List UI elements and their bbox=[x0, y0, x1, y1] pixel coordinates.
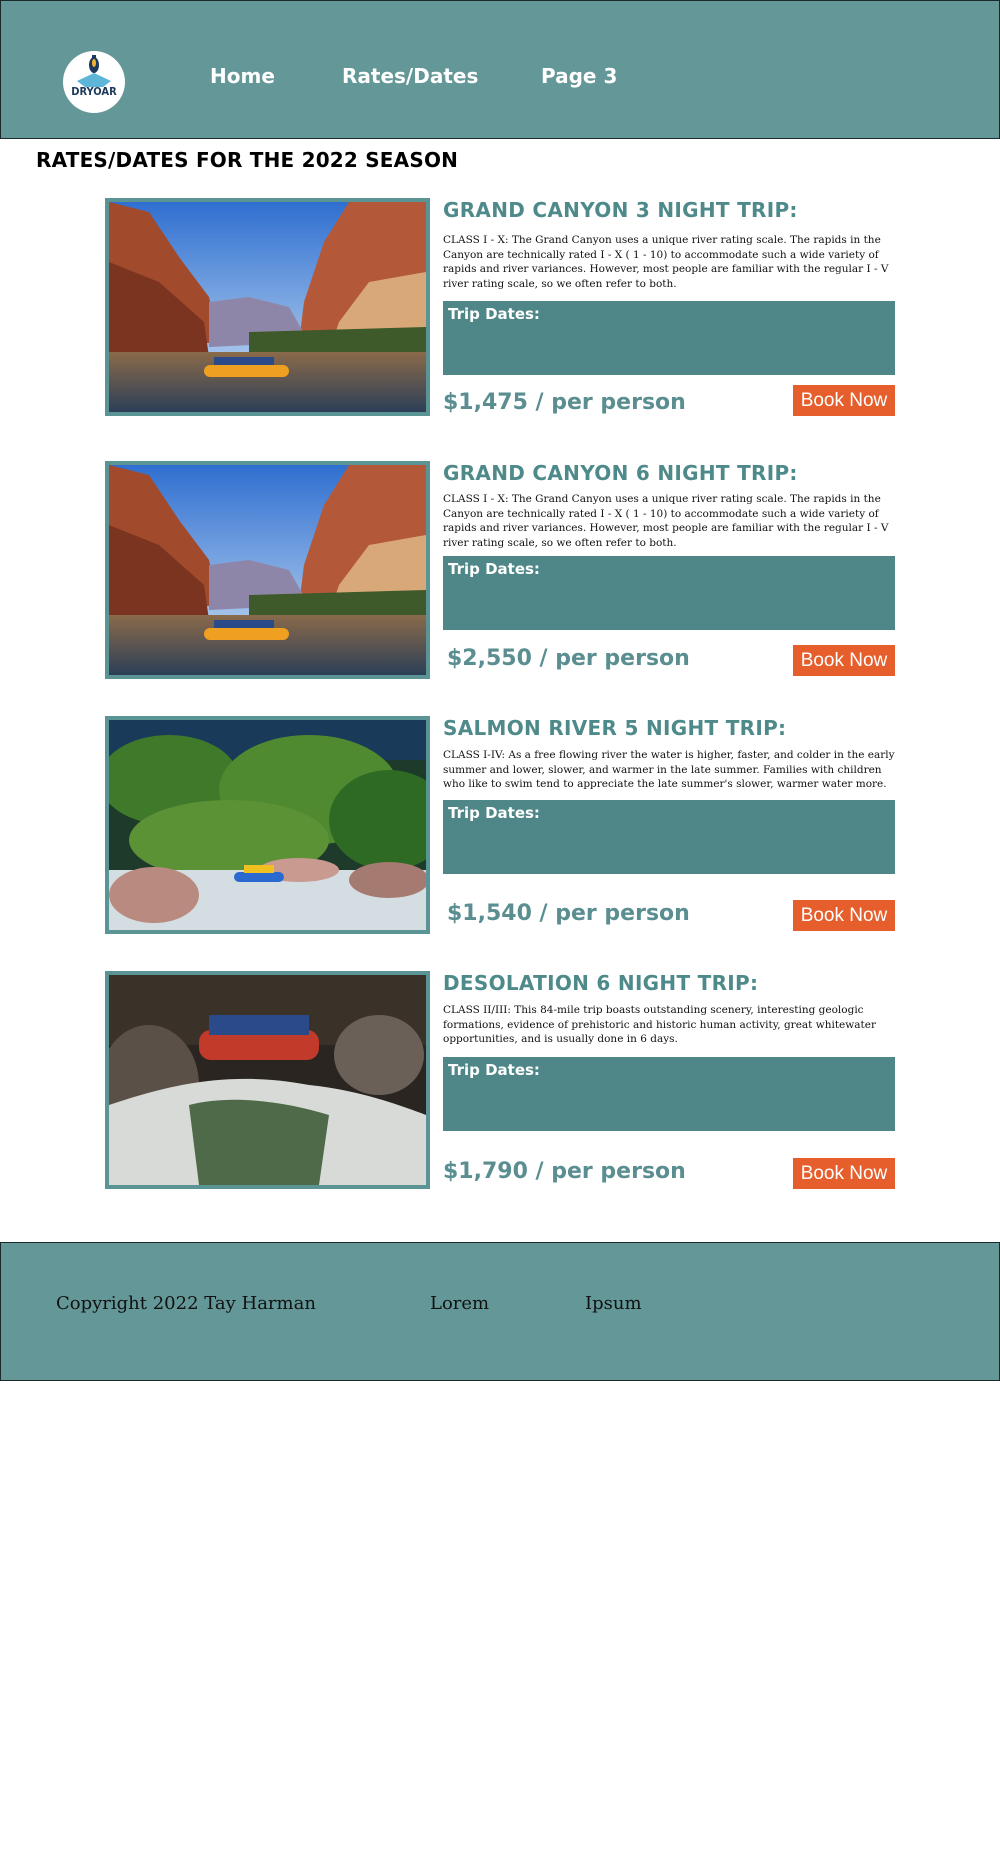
trip-dates-label: Trip Dates: bbox=[448, 1061, 540, 1079]
trip-dates-box: Trip Dates: bbox=[443, 556, 895, 630]
book-now-button[interactable]: Book Now bbox=[793, 385, 895, 416]
trip-title: DESOLATION 6 NIGHT TRIP: bbox=[443, 971, 759, 995]
trip-description: CLASS I - X: The Grand Canyon uses a uni… bbox=[443, 493, 889, 549]
page-title: RATES/DATES FOR THE 2022 SEASON bbox=[36, 148, 459, 172]
trip-description: CLASS I - X: The Grand Canyon uses a uni… bbox=[443, 234, 889, 290]
trip-dates-label: Trip Dates: bbox=[448, 305, 540, 323]
trip-title: SALMON RIVER 5 NIGHT TRIP: bbox=[443, 716, 787, 740]
trip-title: GRAND CANYON 3 NIGHT TRIP: bbox=[443, 198, 798, 222]
trip-dates-box: Trip Dates: bbox=[443, 800, 895, 874]
nav-rates-dates[interactable]: Rates/Dates bbox=[342, 64, 478, 88]
trip-price: $1,540 / per person bbox=[447, 901, 690, 926]
trip-dates-box: Trip Dates: bbox=[443, 301, 895, 375]
trip-description: CLASS II/III: This 84-mile trip boasts o… bbox=[443, 1004, 876, 1045]
trip-dates-label: Trip Dates: bbox=[448, 804, 540, 822]
book-now-button[interactable]: Book Now bbox=[793, 1158, 895, 1189]
waterfall-raft-photo bbox=[105, 971, 430, 1189]
trip-description: CLASS I-IV: As a free flowing river the … bbox=[443, 749, 895, 790]
trip-price: $1,790 / per person bbox=[443, 1159, 686, 1184]
canyon-raft-photo bbox=[105, 198, 430, 416]
book-now-button[interactable]: Book Now bbox=[793, 645, 895, 676]
site-header: DRYOAR Home Rates/Dates Page 3 bbox=[0, 0, 1000, 139]
trip-title: GRAND CANYON 6 NIGHT TRIP: bbox=[443, 461, 798, 485]
nav-page-3[interactable]: Page 3 bbox=[541, 64, 617, 88]
jungle-rapids-photo bbox=[105, 716, 430, 934]
trip-price: $1,475 / per person bbox=[443, 390, 686, 415]
dryoar-logo[interactable]: DRYOAR bbox=[63, 51, 125, 113]
trip-dates-label: Trip Dates: bbox=[448, 560, 540, 578]
nav-home[interactable]: Home bbox=[210, 64, 275, 88]
canyon-raft-photo bbox=[105, 461, 430, 679]
book-now-button[interactable]: Book Now bbox=[793, 900, 895, 931]
footer-link-lorem[interactable]: Lorem bbox=[430, 1293, 489, 1314]
copyright-text: Copyright 2022 Tay Harman bbox=[56, 1293, 316, 1314]
footer-link-ipsum[interactable]: Ipsum bbox=[585, 1293, 642, 1314]
trip-price: $2,550 / per person bbox=[447, 646, 690, 671]
site-footer: Copyright 2022 Tay Harman Lorem Ipsum bbox=[0, 1242, 1000, 1381]
logo-wordmark: DRYOAR bbox=[71, 85, 117, 98]
trip-dates-box: Trip Dates: bbox=[443, 1057, 895, 1131]
